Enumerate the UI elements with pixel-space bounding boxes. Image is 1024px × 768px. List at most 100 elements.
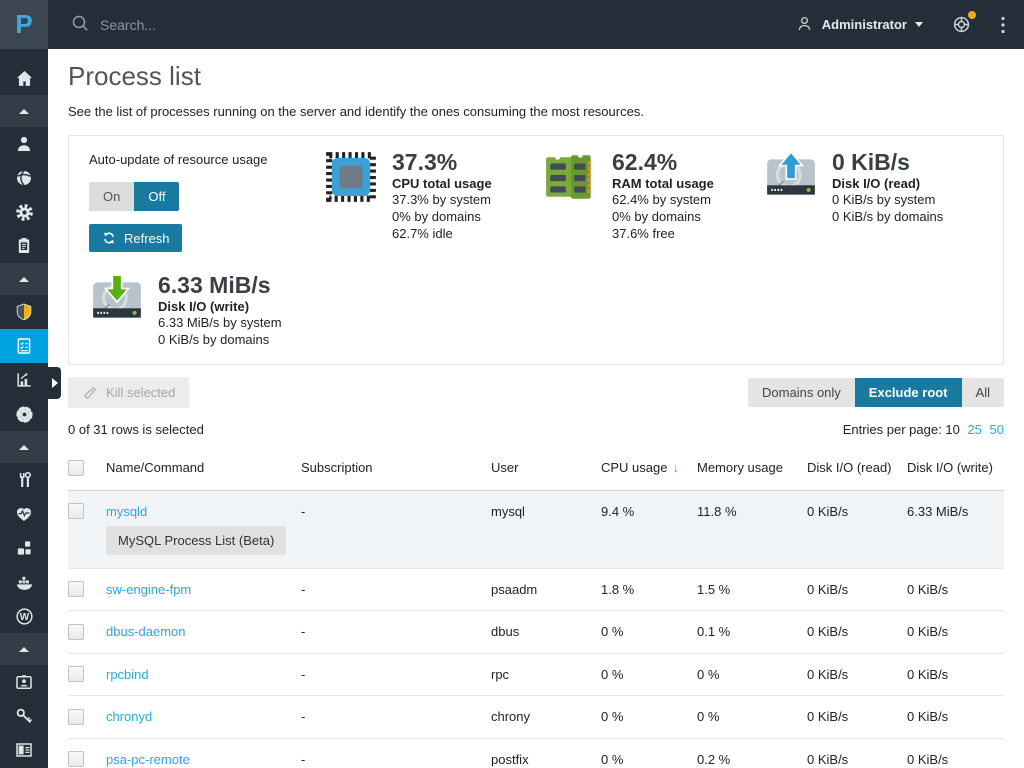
sidebar-item-health[interactable] [0,497,48,531]
ram-stat: 62.4% RAM total usage 62.4% by system 0%… [543,149,763,252]
cell-disk-write: 0 KiB/s [907,696,1004,739]
process-name-link[interactable]: psa-pc-remote [106,752,190,767]
chevron-up-icon [19,647,29,652]
chevron-up-icon [19,109,29,114]
table-row: chronyd - chrony 0 % 0 % 0 KiB/s 0 KiB/s [68,696,1004,739]
sidebar-item-extensions[interactable] [0,531,48,565]
sidebar-item-settings[interactable] [0,397,48,431]
cell-subscription: - [301,738,491,768]
col-user[interactable]: User [491,447,601,490]
cell-cpu: 0 % [601,696,697,739]
sidebar-expand-handle[interactable] [48,367,61,399]
sidebar-item-domains[interactable] [0,161,48,195]
cell-disk-write: 0 KiB/s [907,738,1004,768]
cell-memory: 0 % [697,653,807,696]
sidebar-section-collapse[interactable] [0,431,48,463]
process-name-link[interactable]: chronyd [106,709,152,724]
kill-selected-button[interactable]: Kill selected [68,377,189,408]
sidebar-item-statistics[interactable] [0,363,48,397]
sidebar-item-license[interactable] [0,699,48,733]
sidebar-item-backup[interactable] [0,665,48,699]
cell-cpu: 0 % [601,738,697,768]
filter-domains-only[interactable]: Domains only [748,378,855,407]
col-disk-write[interactable]: Disk I/O (write) [907,447,1004,490]
col-disk-read[interactable]: Disk I/O (read) [807,447,907,490]
layout-icon [14,740,34,760]
table-header-row: Name/Command Subscription User CPU usage… [68,447,1004,490]
row-checkbox[interactable] [68,503,84,519]
row-checkbox[interactable] [68,624,84,640]
cell-cpu: 0 % [601,611,697,654]
broom-icon [82,384,99,401]
sidebar-item-docker[interactable] [0,565,48,599]
sidebar-section-collapse[interactable] [0,95,48,127]
svg-text:W: W [19,612,29,623]
chevron-down-icon [915,22,923,27]
row-checkbox[interactable] [68,751,84,767]
cell-subscription: - [301,568,491,611]
entries-per-page: Entries per page: 10 25 50 [843,422,1004,437]
cell-memory: 11.8 % [697,490,807,568]
sidebar-item-billing[interactable] [0,229,48,263]
page-size-50[interactable]: 50 [990,422,1004,437]
sidebar-item-tools[interactable] [0,463,48,497]
col-memory-usage[interactable]: Memory usage [697,447,807,490]
row-checkbox[interactable] [68,581,84,597]
filter-all[interactable]: All [962,378,1004,407]
col-cpu-usage[interactable]: CPU usage↓ [601,447,697,490]
sidebar-item-security[interactable] [0,295,48,329]
extensions-icon [14,538,34,558]
cell-subscription: - [301,611,491,654]
auto-update-off-button[interactable]: Off [134,182,179,211]
help-button[interactable] [951,14,972,35]
process-name-link[interactable]: sw-engine-fpm [106,582,191,597]
refresh-button[interactable]: Refresh [89,224,182,252]
auto-update-on-button[interactable]: On [89,182,134,211]
plesk-logo[interactable]: P [0,0,48,49]
disk-read-value: 0 KiB/s [832,149,943,175]
refresh-icon [101,230,117,246]
cpu-stat: 37.3% CPU total usage 37.3% by system 0%… [323,149,543,252]
sidebar-section-collapse[interactable] [0,633,48,665]
row-checkbox[interactable] [68,709,84,725]
table-row: rpcbind - rpc 0 % 0 % 0 KiB/s 0 KiB/s [68,653,1004,696]
more-menu-button[interactable] [1000,15,1006,35]
sidebar-item-service[interactable] [0,195,48,229]
mysql-process-list-button[interactable]: MySQL Process List (Beta) [106,526,286,555]
cell-disk-read: 0 KiB/s [807,490,907,568]
filter-exclude-root[interactable]: Exclude root [855,378,962,407]
cell-memory: 0 % [697,696,807,739]
cell-subscription: - [301,490,491,568]
chevron-up-icon [19,445,29,450]
process-name-link[interactable]: mysqld [106,504,147,519]
search-input[interactable] [100,17,400,33]
cell-memory: 0.1 % [697,611,807,654]
wordpress-icon: W [14,606,35,627]
sidebar-item-home[interactable] [0,61,48,95]
cell-user: rpc [491,653,601,696]
table-row: sw-engine-fpm - psaadm 1.8 % 1.5 % 0 KiB… [68,568,1004,611]
row-checkbox[interactable] [68,666,84,682]
process-name-link[interactable]: dbus-daemon [106,624,186,639]
sidebar-item-process-list[interactable] [0,329,48,363]
col-subscription[interactable]: Subscription [301,447,491,490]
topbar: P Administrator [0,0,1024,49]
user-menu[interactable]: Administrator [795,14,923,36]
cell-memory: 0.2 % [697,738,807,768]
cpu-icon [323,149,379,252]
shield-icon [14,302,34,322]
cell-disk-read: 0 KiB/s [807,611,907,654]
chevron-right-icon [52,378,58,388]
sidebar-item-wordpress[interactable]: W [0,599,48,633]
select-all-checkbox[interactable] [68,460,84,476]
user-name: Administrator [822,17,907,32]
col-name-command[interactable]: Name/Command [106,447,301,490]
sidebar-item-users[interactable] [0,127,48,161]
sidebar-section-collapse[interactable] [0,263,48,295]
cell-memory: 1.5 % [697,568,807,611]
cpu-value: 37.3% [392,149,492,175]
sidebar-item-interface[interactable] [0,733,48,767]
page-size-25[interactable]: 25 [967,422,981,437]
process-name-link[interactable]: rpcbind [106,667,149,682]
user-icon [795,14,814,36]
